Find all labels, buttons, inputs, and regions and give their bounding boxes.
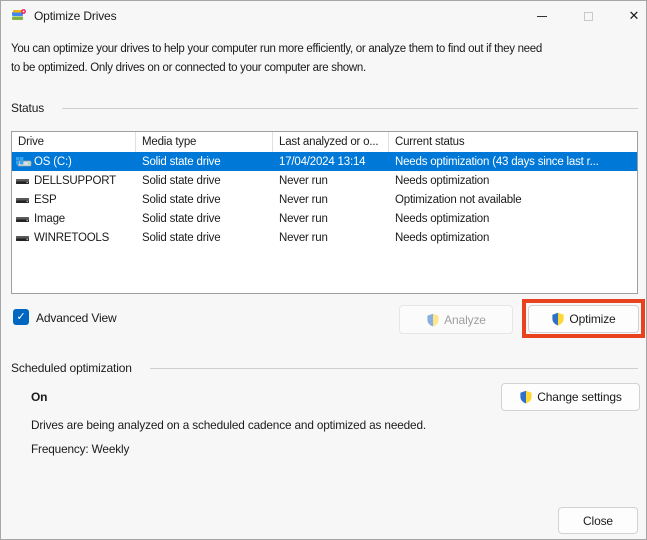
column-header-drive[interactable]: Drive <box>12 132 136 152</box>
scheduled-description: Drives are being analyzed on a scheduled… <box>31 418 427 432</box>
current-status-cell: Needs optimization <box>395 174 490 187</box>
table-row[interactable]: OS (C:) Solid state drive 17/04/2024 13:14… <box>12 152 637 171</box>
uac-shield-icon <box>427 313 439 326</box>
drive-name: Image <box>34 212 65 225</box>
optimize-drives-app-icon <box>12 9 26 20</box>
advanced-view-label: Advanced View <box>36 311 117 325</box>
current-status-cell: Optimization not available <box>395 193 522 206</box>
last-analyzed-cell: Never run <box>279 231 328 244</box>
drive-icon <box>15 212 32 226</box>
scheduled-divider <box>149 367 638 369</box>
optimize-button[interactable]: Optimize <box>528 305 639 333</box>
scheduled-state: On <box>31 390 48 404</box>
current-status-cell: Needs optimization <box>395 231 490 244</box>
scheduled-frequency: Frequency: Weekly <box>31 442 130 456</box>
media-type-cell: Solid state drive <box>142 212 221 225</box>
table-header-row: Drive Media type Last analyzed or o... C… <box>12 132 637 152</box>
maximize-icon <box>583 11 593 21</box>
drive-name: WINRETOOLS <box>34 231 110 244</box>
minimize-icon <box>537 15 547 17</box>
window-title: Optimize Drives <box>34 9 117 23</box>
current-status-cell: Needs optimization <box>395 212 490 225</box>
close-window-button[interactable]: ✕ <box>611 1 647 31</box>
last-analyzed-cell: Never run <box>279 174 328 187</box>
uac-shield-icon <box>552 312 565 326</box>
intro-text-line2: to be optimized. Only drives on or conne… <box>11 62 366 74</box>
drive-name: DELLSUPPORT <box>34 174 116 187</box>
drive-name-cell: OS (C:) <box>12 152 136 171</box>
status-section-header: Status <box>11 101 638 115</box>
last-analyzed-cell: 17/04/2024 13:14 <box>279 155 366 168</box>
drive-name-cell: ESP <box>12 190 136 209</box>
table-row[interactable]: DELLSUPPORT Solid state drive Never run Nee… <box>12 171 637 190</box>
change-settings-label: Change settings <box>537 390 622 404</box>
media-type-cell: Solid state drive <box>142 174 221 187</box>
status-divider <box>62 107 638 109</box>
scheduled-section-label: Scheduled optimization <box>11 361 132 375</box>
drive-name: ESP <box>34 193 57 206</box>
maximize-button <box>565 1 611 31</box>
drive-name: OS (C:) <box>34 155 72 168</box>
uac-shield-icon <box>520 390 532 404</box>
titlebar: Optimize Drives ✕ <box>1 1 646 32</box>
drive-name-cell: DELLSUPPORT <box>12 171 136 190</box>
close-icon: ✕ <box>628 8 640 23</box>
advanced-view-checkbox[interactable]: ✓ <box>13 309 29 325</box>
intro-text-line1: You can optimize your drives to help you… <box>11 43 542 55</box>
last-analyzed-cell: Never run <box>279 212 328 225</box>
drive-icon <box>15 231 32 245</box>
close-dialog-button[interactable]: Close <box>558 507 638 534</box>
drive-icon <box>15 193 32 207</box>
analyze-button-label: Analyze <box>444 312 486 327</box>
os-drive-icon <box>15 155 32 169</box>
table-row[interactable]: WINRETOOLS Solid state drive Never run Need… <box>12 228 637 247</box>
analyze-button: Analyze <box>399 305 513 334</box>
column-header-current-status[interactable]: Current status <box>389 132 637 152</box>
last-analyzed-cell: Never run <box>279 193 328 206</box>
drive-icon <box>15 174 32 188</box>
table-row[interactable]: ESP Solid state drive Never run Optimizatio… <box>12 190 637 209</box>
media-type-cell: Solid state drive <box>142 193 221 206</box>
drive-name-cell: WINRETOOLS <box>12 228 136 247</box>
status-section-label: Status <box>11 101 45 115</box>
media-type-cell: Solid state drive <box>142 155 221 168</box>
drive-table[interactable]: Drive Media type Last analyzed or o... C… <box>11 131 638 294</box>
column-header-media-type[interactable]: Media type <box>136 132 273 152</box>
table-row[interactable]: Image Solid state drive Never run Needs opt… <box>12 209 637 228</box>
media-type-cell: Solid state drive <box>142 231 221 244</box>
minimize-button[interactable] <box>519 1 565 31</box>
column-header-last-analyzed[interactable]: Last analyzed or o... <box>273 132 389 152</box>
change-settings-button[interactable]: Change settings <box>501 383 640 411</box>
scheduled-section-header: Scheduled optimization <box>11 361 638 375</box>
checkmark-icon: ✓ <box>16 310 26 323</box>
current-status-cell: Needs optimization (43 days since last r… <box>395 155 599 168</box>
drive-name-cell: Image <box>12 209 136 228</box>
close-dialog-label: Close <box>583 513 613 528</box>
drive-table-body: OS (C:) Solid state drive 17/04/2024 13:14… <box>12 152 637 247</box>
optimize-button-label: Optimize <box>569 312 616 326</box>
